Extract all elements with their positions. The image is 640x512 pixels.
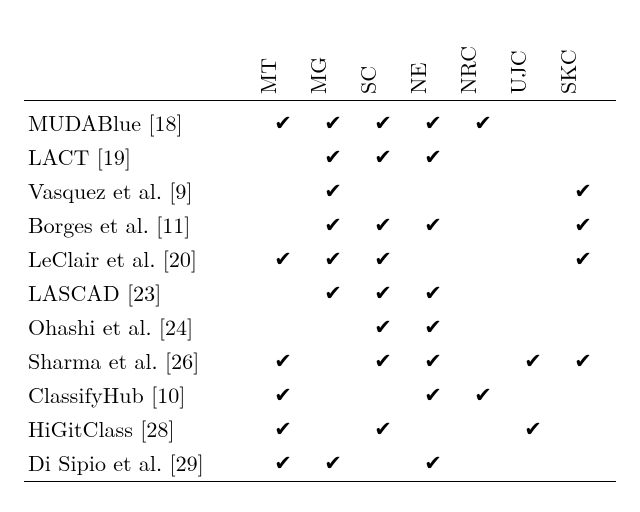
col-header-label: NRC [452, 46, 483, 94]
table-row: ClassifyHub [10]✔✔✔ [24, 377, 616, 411]
col-header-label: SC [352, 66, 383, 94]
check-mark: ✔ [508, 418, 558, 439]
table-row: Sharma et al. [26]✔✔✔✔✔ [24, 343, 616, 377]
check-mark: ✔ [308, 248, 358, 269]
check-mark: ✔ [458, 384, 508, 405]
row-label: Vasquez et al. [9] [24, 175, 258, 206]
col-header: SC [358, 12, 408, 94]
row-label: LeClair et al. [20] [24, 243, 258, 274]
row-label: Ohashi et al. [24] [24, 311, 258, 342]
table-bottom-rule [24, 481, 616, 482]
check-mark: ✔ [408, 214, 458, 235]
check-mark: ✔ [258, 350, 308, 371]
col-header: MG [308, 12, 358, 94]
table-row: LACT [19]✔✔✔ [24, 139, 616, 173]
check-mark: ✔ [258, 418, 308, 439]
check-mark: ✔ [358, 418, 408, 439]
row-label: ClassifyHub [10] [24, 379, 258, 410]
check-mark: ✔ [458, 112, 508, 133]
check-mark: ✔ [258, 452, 308, 473]
col-header: SKC [558, 12, 608, 94]
col-header-label: UJC [502, 50, 533, 94]
col-header-label: MG [302, 57, 333, 94]
row-label: Di Sipio et al. [29] [24, 447, 258, 478]
table-row: Vasquez et al. [9] ✔ ✔ [24, 173, 616, 207]
check-mark: ✔ [558, 214, 608, 235]
table-row: Borges et al. [11]✔✔✔✔ [24, 207, 616, 241]
check-mark: ✔ [358, 316, 408, 337]
table-body: MUDABlue [18]✔✔✔✔✔LACT [19]✔✔✔Vasquez et… [24, 101, 616, 479]
comparison-table: MT MG SC NE NRC UJC SKC MUDABlue [18]✔✔✔… [24, 12, 616, 482]
row-label: LACT [19] [24, 141, 258, 172]
check-mark: ✔ [308, 282, 358, 303]
check-mark: ✔ [358, 350, 408, 371]
check-mark: ✔ [308, 214, 358, 235]
row-label: Borges et al. [11] [24, 209, 258, 240]
table-row: Ohashi et al. [24] ✔✔ [24, 309, 616, 343]
row-label: HiGitClass [28] [24, 413, 258, 444]
check-mark: ✔ [408, 146, 458, 167]
col-header: UJC [508, 12, 558, 94]
check-mark: ✔ [408, 452, 458, 473]
check-mark: ✔ [358, 248, 408, 269]
table-header-row: MT MG SC NE NRC UJC SKC [24, 12, 616, 101]
row-label: Sharma et al. [26] [24, 345, 258, 376]
check-mark: ✔ [308, 180, 358, 201]
check-mark: ✔ [258, 248, 308, 269]
check-mark: ✔ [408, 282, 458, 303]
check-mark: ✔ [358, 282, 408, 303]
check-mark: ✔ [408, 316, 458, 337]
check-mark: ✔ [358, 112, 408, 133]
col-header-label: MT [252, 58, 283, 94]
check-mark: ✔ [308, 146, 358, 167]
check-mark: ✔ [508, 350, 558, 371]
check-mark: ✔ [358, 146, 408, 167]
col-header-label: NE [402, 63, 433, 94]
table-row: LeClair et al. [20]✔✔✔✔ [24, 241, 616, 275]
table-row: HiGitClass [28]✔✔✔ [24, 411, 616, 445]
col-header-label: SKC [552, 49, 583, 94]
check-mark: ✔ [558, 350, 608, 371]
table-row: LASCAD [23]✔✔✔ [24, 275, 616, 309]
col-header: MT [258, 12, 308, 94]
check-mark: ✔ [308, 112, 358, 133]
check-mark: ✔ [258, 384, 308, 405]
table-row: Di Sipio et al. [29]✔✔✔ [24, 445, 616, 479]
check-mark: ✔ [358, 214, 408, 235]
row-label: MUDABlue [18] [24, 107, 258, 138]
check-mark: ✔ [408, 384, 458, 405]
check-mark: ✔ [408, 350, 458, 371]
row-label: LASCAD [23] [24, 277, 258, 308]
table-row: MUDABlue [18]✔✔✔✔✔ [24, 105, 616, 139]
check-mark: ✔ [558, 180, 608, 201]
check-mark: ✔ [558, 248, 608, 269]
check-mark: ✔ [308, 452, 358, 473]
check-mark: ✔ [258, 112, 308, 133]
col-header: NRC [458, 12, 508, 94]
check-mark: ✔ [408, 112, 458, 133]
col-header: NE [408, 12, 458, 94]
